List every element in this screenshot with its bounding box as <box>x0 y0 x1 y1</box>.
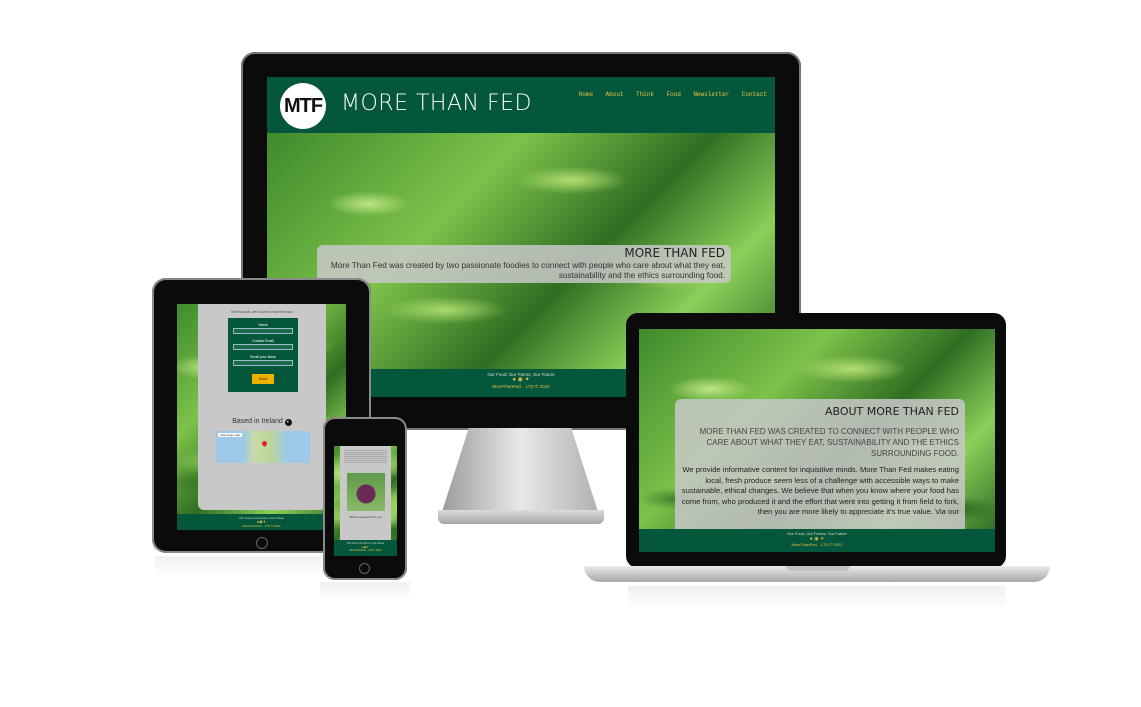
nav-home[interactable]: Home <box>579 91 593 98</box>
instagram-icon[interactable]: ◉ <box>518 377 523 383</box>
tablet-footer: Our Food; Our Farms; Our Future ●◉✦ More… <box>177 514 346 530</box>
laptop-notch <box>786 566 850 571</box>
phone-caption: What to expect from you <box>349 515 382 519</box>
laptop-screen: ABOUT MORE THAN FED MORE THAN FED WAS CR… <box>639 329 995 552</box>
name-label: Name <box>258 323 268 327</box>
footer-copyright: MoreThanFed... LTD © 2022 <box>791 542 843 547</box>
name-input[interactable] <box>233 328 293 334</box>
phone-feature-image <box>346 473 385 511</box>
map-pin-icon <box>260 439 269 448</box>
facebook-icon[interactable]: ● <box>512 377 516 383</box>
email-label: Contact Email <box>252 339 274 343</box>
about-heading: ABOUT MORE THAN FED <box>824 405 959 418</box>
site-logo[interactable]: MTF <box>280 83 326 129</box>
twitter-icon[interactable]: ✦ <box>525 377 530 383</box>
map-heading: Based in Ireland ◐ <box>198 418 326 426</box>
contact-background: Get in touch, we'd love to hear from you… <box>177 304 346 514</box>
ideas-input[interactable] <box>233 360 293 366</box>
site-title: MORE THAN FED <box>341 91 532 116</box>
about-panel: ABOUT MORE THAN FED MORE THAN FED WAS CR… <box>675 399 965 539</box>
main-nav: Home About Think Food Newsletter Contact <box>571 83 767 101</box>
monitor-base <box>438 510 604 524</box>
footer-copyright: MoreThanFed... LTD © 2022 <box>349 549 382 552</box>
nav-about[interactable]: About <box>606 91 624 98</box>
monitor-stand <box>440 428 600 518</box>
tablet-home-button[interactable] <box>256 537 268 549</box>
laptop-reflection <box>628 586 1006 610</box>
hero-text: More Than Fed was created by two passion… <box>331 261 725 280</box>
site-header: MTF MORE THAN FED Home About Think Food … <box>267 77 775 133</box>
contact-panel: Get in touch, we'd love to hear from you… <box>198 304 326 510</box>
phone-panel: What to expect from you <box>340 446 391 540</box>
contact-intro: Get in touch, we'd love to hear from you <box>231 310 293 314</box>
nav-food[interactable]: Food <box>666 91 680 98</box>
hero-heading: MORE THAN FED <box>624 246 725 260</box>
phone-screen: What to expect from you Our Food; Our Fa… <box>334 446 397 556</box>
footer-copyright: MoreThanFed... LTD © 2022 <box>242 524 281 528</box>
phone-text-block <box>344 449 387 463</box>
tablet-reflection <box>155 556 369 576</box>
nav-think[interactable]: Think <box>636 91 654 98</box>
phone-background: What to expect from you <box>334 446 397 540</box>
map-heading-text: Based in Ireland <box>232 418 283 425</box>
contact-form: Name Contact Email Email your ideas Send <box>228 318 298 392</box>
about-subheading: MORE THAN FED WAS CREATED TO CONNECT WIT… <box>699 427 959 458</box>
hero-panel: MORE THAN FED More Than Fed was created … <box>317 245 731 283</box>
map-embed[interactable]: View larger map <box>216 431 310 463</box>
view-larger-map-link[interactable]: View larger map <box>218 433 243 437</box>
laptop-footer: Our Food; Our Farms; Our Future ● ◉ ✦ Mo… <box>639 529 995 552</box>
nav-contact[interactable]: Contact <box>742 91 767 98</box>
phone-reflection <box>320 582 410 600</box>
nav-newsletter[interactable]: Newsletter <box>693 91 729 98</box>
about-background: ABOUT MORE THAN FED MORE THAN FED WAS CR… <box>639 329 995 539</box>
globe-icon: ◐ <box>284 419 292 426</box>
tablet-screen: Get in touch, we'd love to hear from you… <box>177 304 346 530</box>
phone-footer: Our Food; Our Farms; Our Future ●◉✦ More… <box>334 540 397 556</box>
logo-text: MTF <box>283 94 323 117</box>
about-body: We provide informative content for inqui… <box>681 465 959 516</box>
send-button[interactable]: Send <box>252 374 274 384</box>
email-input[interactable] <box>233 344 293 350</box>
ideas-label: Email your ideas <box>250 355 276 359</box>
